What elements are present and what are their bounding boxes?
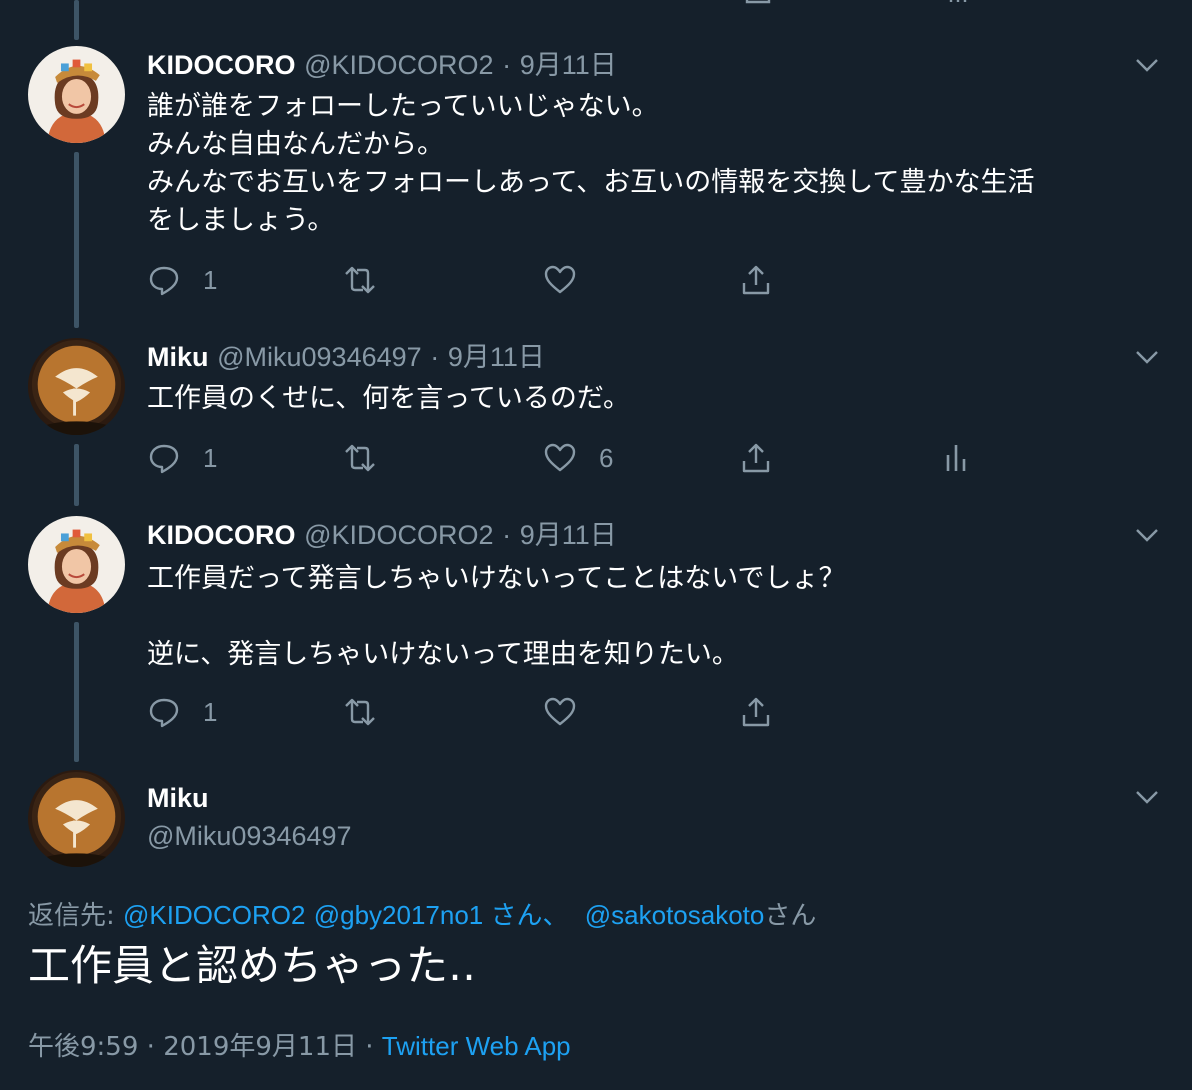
retweet-icon [345, 698, 375, 726]
display-name[interactable]: KIDOCORO [147, 520, 296, 550]
reply-button[interactable]: 1 [147, 260, 217, 300]
reply-button[interactable]: 1 [147, 692, 217, 732]
like-icon [544, 265, 576, 294]
tweet-text: 工作員と認めちゃった‥ [28, 941, 477, 990]
tweet-header: KIDOCORO @KIDOCORO2 · 9月11日 [147, 518, 617, 553]
user-handle[interactable]: @KIDOCORO2 [304, 520, 493, 550]
mention-link[interactable]: @gby2017no1 [314, 900, 484, 930]
like-count: 6 [599, 442, 614, 473]
share-icon [745, 0, 771, 4]
reply-to-label: 返信先: [28, 901, 115, 931]
user-handle[interactable]: @Miku09346497 [217, 342, 422, 372]
tweet-time[interactable]: 午後9:59 [28, 1032, 138, 1062]
share-button[interactable] [739, 692, 773, 732]
action-bar: 1 6 [147, 438, 1007, 478]
tweet[interactable]: Miku @Miku09346497 · 9月11日 工作員のくせに、何を言って… [147, 340, 1164, 490]
mention-link[interactable]: @sakotosakoto [585, 900, 765, 930]
thread-line [74, 444, 79, 506]
display-name[interactable]: Miku [147, 342, 209, 372]
tweet[interactable]: KIDOCORO @KIDOCORO2 · 9月11日 誰が誰をフォローしたって… [147, 48, 1164, 308]
user-handle[interactable]: @Miku09346497 [147, 821, 352, 852]
separator-dot: · [502, 50, 512, 80]
display-name[interactable]: KIDOCORO [147, 50, 296, 80]
action-bar: 1 [147, 260, 1007, 300]
avatar[interactable] [28, 46, 125, 143]
tweet-text: 誰が誰をフォローしたっていいじゃない。 みんな自由なんだから。 みんなでお互いを… [147, 91, 1035, 236]
tweet-date[interactable]: 9月11日 [448, 342, 545, 372]
analytics-icon [946, 445, 966, 471]
mention-suffix: さん、 [483, 900, 569, 930]
separator-dot: · [365, 1032, 374, 1062]
tweet[interactable]: KIDOCORO @KIDOCORO2 · 9月11日 工作員だって発言しちゃい… [147, 518, 1164, 748]
thread-line [74, 152, 79, 328]
thread-line [74, 0, 79, 40]
share-icon [742, 265, 770, 295]
separator-dot: · [502, 520, 512, 550]
reply-count: 1 [203, 696, 218, 727]
reply-icon [149, 444, 179, 474]
reply-count: 1 [203, 442, 218, 473]
retweet-icon [345, 444, 375, 472]
tweet-header: KIDOCORO @KIDOCORO2 · 9月11日 [147, 48, 617, 83]
tweet-text: 工作員だって発言しちゃいけないってことはないでしょ？ 逆に、発言しちゃいけないっ… [147, 563, 846, 670]
like-button[interactable] [543, 260, 577, 300]
like-icon [544, 697, 576, 726]
chevron-down-icon[interactable] [1130, 340, 1164, 374]
like-button[interactable] [543, 692, 577, 732]
tweet-meta: 午後9:59 · 2019年9月11日 · Twitter Web App [28, 1026, 571, 1063]
reply-icon [149, 698, 179, 728]
avatar[interactable] [28, 770, 125, 867]
share-icon [742, 443, 770, 473]
retweet-button[interactable] [343, 692, 377, 732]
retweet-icon [547, 0, 577, 4]
action-bar: 1 [147, 692, 1007, 732]
reply-icon [149, 266, 179, 296]
chevron-down-icon[interactable] [1130, 780, 1164, 814]
separator-dot: · [146, 1032, 155, 1062]
analytics-icon [949, 0, 967, 2]
reply-to-line: 返信先: @KIDOCORO2 @gby2017no1 さん、 @sakotos… [28, 895, 816, 932]
chevron-down-icon[interactable] [1130, 518, 1164, 552]
display-name[interactable]: Miku [147, 783, 209, 814]
share-button[interactable] [739, 438, 773, 478]
reply-count: 1 [203, 264, 218, 295]
retweet-icon [345, 266, 375, 294]
partial-actions-row [147, 0, 1007, 6]
source-app-link[interactable]: Twitter Web App [382, 1031, 571, 1061]
like-button[interactable]: 6 [543, 438, 613, 478]
tweet-text: 工作員のくせに、何を言っているのだ。 [147, 383, 631, 414]
user-handle[interactable]: @KIDOCORO2 [304, 50, 493, 80]
avatar[interactable] [28, 338, 125, 435]
retweet-button[interactable] [343, 260, 377, 300]
mention-link[interactable]: @KIDOCORO2 [123, 900, 305, 930]
thread-line [74, 622, 79, 762]
separator-dot: · [430, 342, 440, 372]
avatar[interactable] [28, 516, 125, 613]
analytics-button[interactable] [939, 438, 973, 478]
share-icon [742, 697, 770, 727]
tweet-header: Miku @Miku09346497 · 9月11日 [147, 340, 545, 375]
reply-button[interactable]: 1 [147, 438, 217, 478]
like-icon [544, 443, 576, 472]
mention-suffix: さん [764, 901, 817, 931]
share-button[interactable] [739, 260, 773, 300]
tweet-date[interactable]: 2019年9月11日 [163, 1032, 357, 1062]
retweet-button[interactable] [343, 438, 377, 478]
chevron-down-icon[interactable] [1130, 48, 1164, 82]
tweet-date[interactable]: 9月11日 [520, 520, 617, 550]
tweet-date[interactable]: 9月11日 [520, 50, 617, 80]
